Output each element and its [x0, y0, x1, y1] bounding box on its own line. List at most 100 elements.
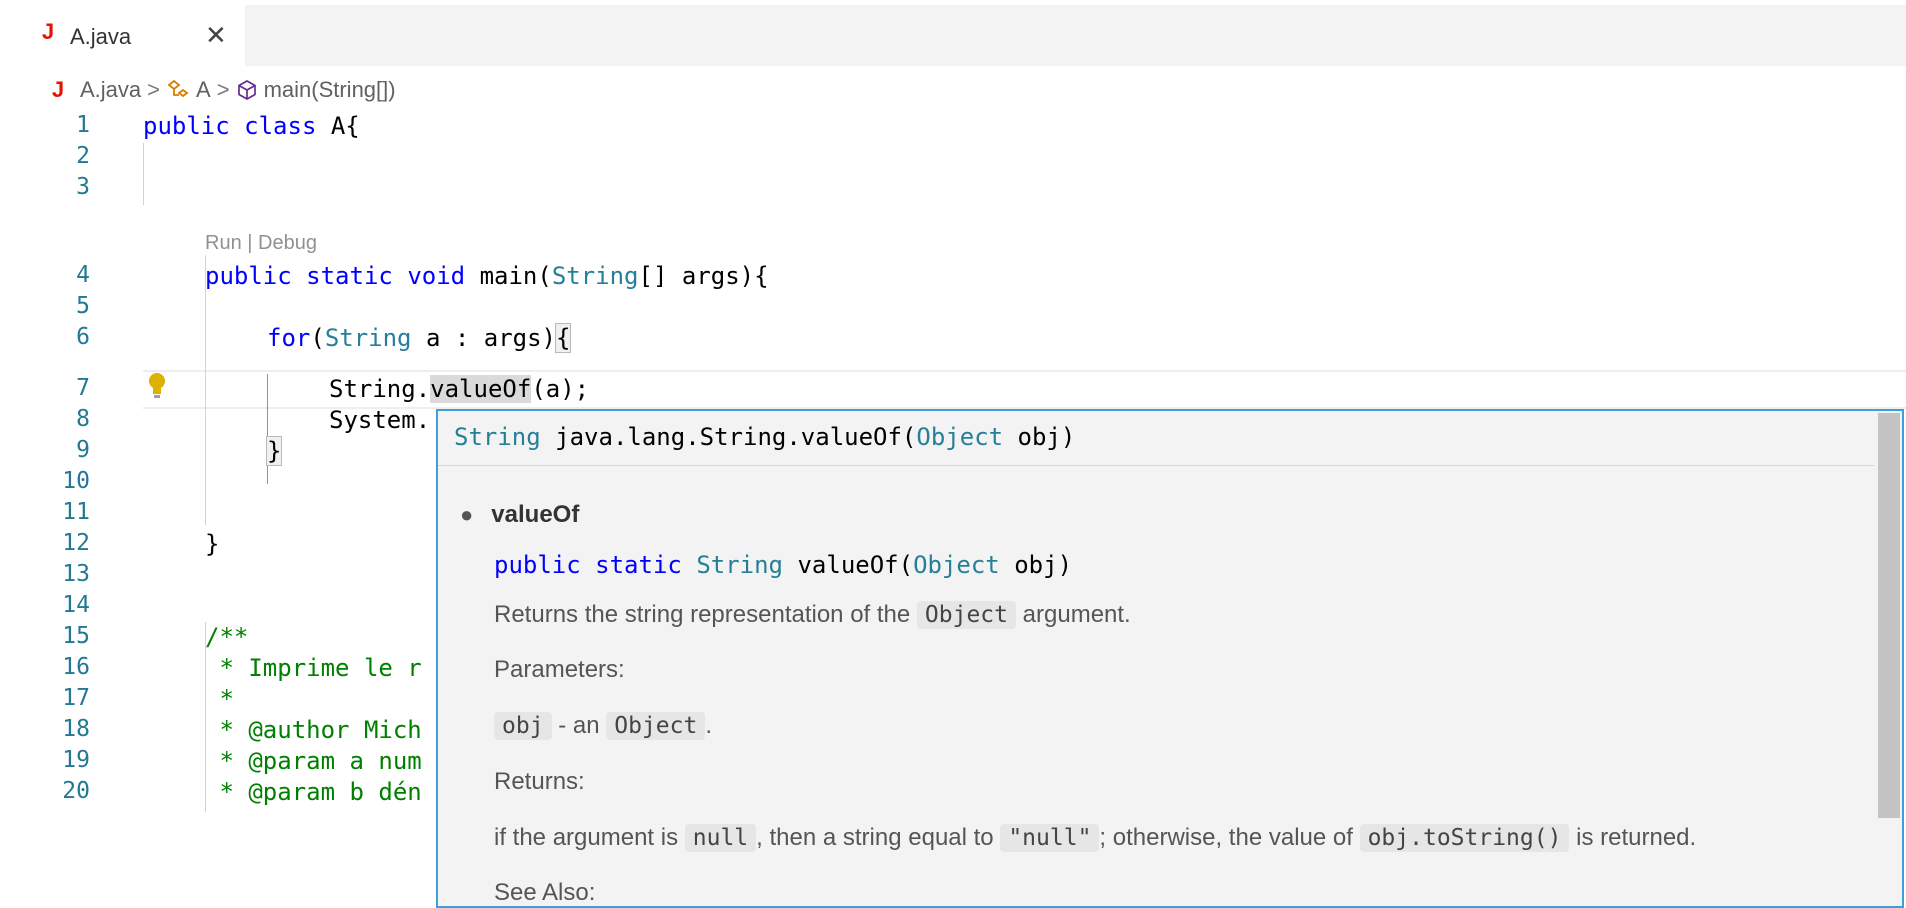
breadcrumb-class[interactable]: A: [166, 77, 211, 103]
bullet-icon: ●: [460, 502, 474, 527]
parameters-label: Parameters:: [494, 656, 625, 683]
method-declaration: public static String valueOf(Object obj): [494, 551, 1072, 579]
line-number: 10: [62, 468, 90, 494]
paren: (: [310, 324, 325, 352]
line-number: 12: [62, 530, 90, 556]
line-number: 14: [62, 592, 90, 618]
type: Object: [916, 423, 1004, 451]
line-number: 6: [76, 324, 90, 350]
highlighted-word[interactable]: valueOf: [430, 375, 532, 403]
line-number: 3: [76, 174, 90, 200]
hover-method-title: ● valueOf: [460, 501, 579, 529]
returns-description: if the argument is null, then a string e…: [494, 824, 1696, 852]
bracket-match: {: [554, 323, 572, 353]
code-line-8: System.: [329, 406, 431, 434]
type: String: [696, 551, 784, 579]
breadcrumb-separator: >: [216, 77, 230, 102]
code-line-18: * @author Mich: [205, 716, 422, 744]
line-number: 9: [76, 437, 90, 463]
keyword: void: [407, 262, 466, 290]
breadcrumb: J A.java > A > main(String[]): [0, 70, 1906, 110]
breadcrumb-method-label: main(String[]): [263, 77, 396, 102]
ret-text: , then a string equal to: [756, 824, 1001, 851]
code-line-12: }: [205, 530, 220, 558]
args: (a);: [531, 375, 590, 403]
inline-code: Object: [606, 712, 706, 740]
type: String: [324, 324, 412, 352]
line-number: 4: [76, 262, 90, 288]
line-number: 20: [62, 778, 90, 804]
keyword: static: [306, 262, 393, 290]
type: String: [454, 423, 541, 451]
param-text: .: [705, 712, 713, 739]
paren: (: [537, 262, 552, 290]
hover-scrollbar-track[interactable]: [1876, 411, 1902, 906]
sig-name: java.lang.String.valueOf(: [540, 423, 917, 451]
inline-code: Object: [916, 601, 1016, 629]
code-line-6: for(String a : args){: [267, 323, 572, 353]
code-line-7: String.valueOf(a);: [329, 375, 589, 403]
breadcrumb-separator: >: [147, 77, 161, 102]
method-title: valueOf: [491, 501, 580, 528]
codelens-debug[interactable]: Debug: [258, 232, 317, 254]
class-ref: String.: [329, 375, 431, 403]
indent-guide: [143, 143, 144, 205]
java-file-icon: J: [51, 77, 65, 102]
breadcrumb-file-label: A.java: [80, 77, 142, 102]
codelens-run[interactable]: Run: [205, 232, 242, 254]
desc-text: Returns the string representation of the: [494, 601, 917, 628]
returns-label: Returns:: [494, 768, 585, 795]
line-number: 11: [62, 499, 90, 525]
line-number: 18: [62, 716, 90, 742]
decl-name: valueOf(: [783, 551, 914, 579]
keyword: public: [494, 551, 581, 579]
inline-code: obj: [494, 712, 552, 740]
breadcrumb-class-label: A: [196, 77, 211, 102]
code-line-16: * Imprime le r: [205, 654, 422, 682]
decl-param: obj): [999, 551, 1073, 579]
codelens-sep: |: [241, 232, 259, 254]
see-also-label: See Also:: [494, 879, 596, 906]
indent-guide: [205, 255, 206, 525]
loop-vars: a : args): [411, 324, 557, 352]
breadcrumb-method[interactable]: main(String[]): [236, 77, 396, 103]
keyword: class: [244, 112, 317, 140]
code-line-19: * @param a num: [205, 747, 422, 775]
sig-param: obj): [1003, 423, 1076, 451]
method-name: main: [479, 262, 538, 290]
ret-text: ; otherwise, the value of: [1099, 824, 1360, 851]
lightbulb-icon[interactable]: [148, 372, 166, 400]
class-icon: [167, 79, 189, 98]
tab-a-java[interactable]: J A.java ✕: [0, 5, 245, 66]
keyword: for: [267, 324, 311, 352]
ret-text: if the argument is: [494, 824, 685, 851]
breadcrumb-file[interactable]: J A.java: [0, 77, 141, 103]
code-line-9: }: [265, 436, 283, 466]
desc-text: argument.: [1016, 601, 1131, 628]
editor-tab-bar: J A.java ✕: [0, 0, 1906, 66]
tab-bar-empty-area: [245, 5, 1906, 66]
code-line-20: * @param b dén: [205, 778, 422, 806]
line-number: 5: [76, 293, 90, 319]
line-number: 13: [62, 561, 90, 587]
parameter-entry: obj - an Object.: [494, 712, 712, 740]
code-line-1: public class A{: [143, 112, 360, 140]
close-icon[interactable]: ✕: [205, 20, 227, 51]
line-number: 7: [76, 375, 90, 401]
codelens: Run | Debug: [205, 232, 317, 255]
inline-code: obj.toString(): [1359, 824, 1570, 852]
tab-label: A.java: [70, 24, 132, 49]
class-decl: A{: [316, 112, 360, 140]
hover-scrollbar-thumb[interactable]: [1878, 413, 1900, 818]
hover-signature: String java.lang.String.valueOf(Object o…: [454, 423, 1075, 451]
type: String: [551, 262, 639, 290]
code-line-17: *: [205, 685, 234, 713]
method-cube-icon: [237, 80, 256, 100]
line-number: 17: [62, 685, 90, 711]
ret-text: is returned.: [1569, 824, 1697, 851]
hover-documentation-popup[interactable]: String java.lang.String.valueOf(Object o…: [436, 409, 1904, 908]
indent-guide-active: [267, 374, 268, 484]
keyword: static: [595, 551, 682, 579]
keyword: public: [205, 262, 292, 290]
